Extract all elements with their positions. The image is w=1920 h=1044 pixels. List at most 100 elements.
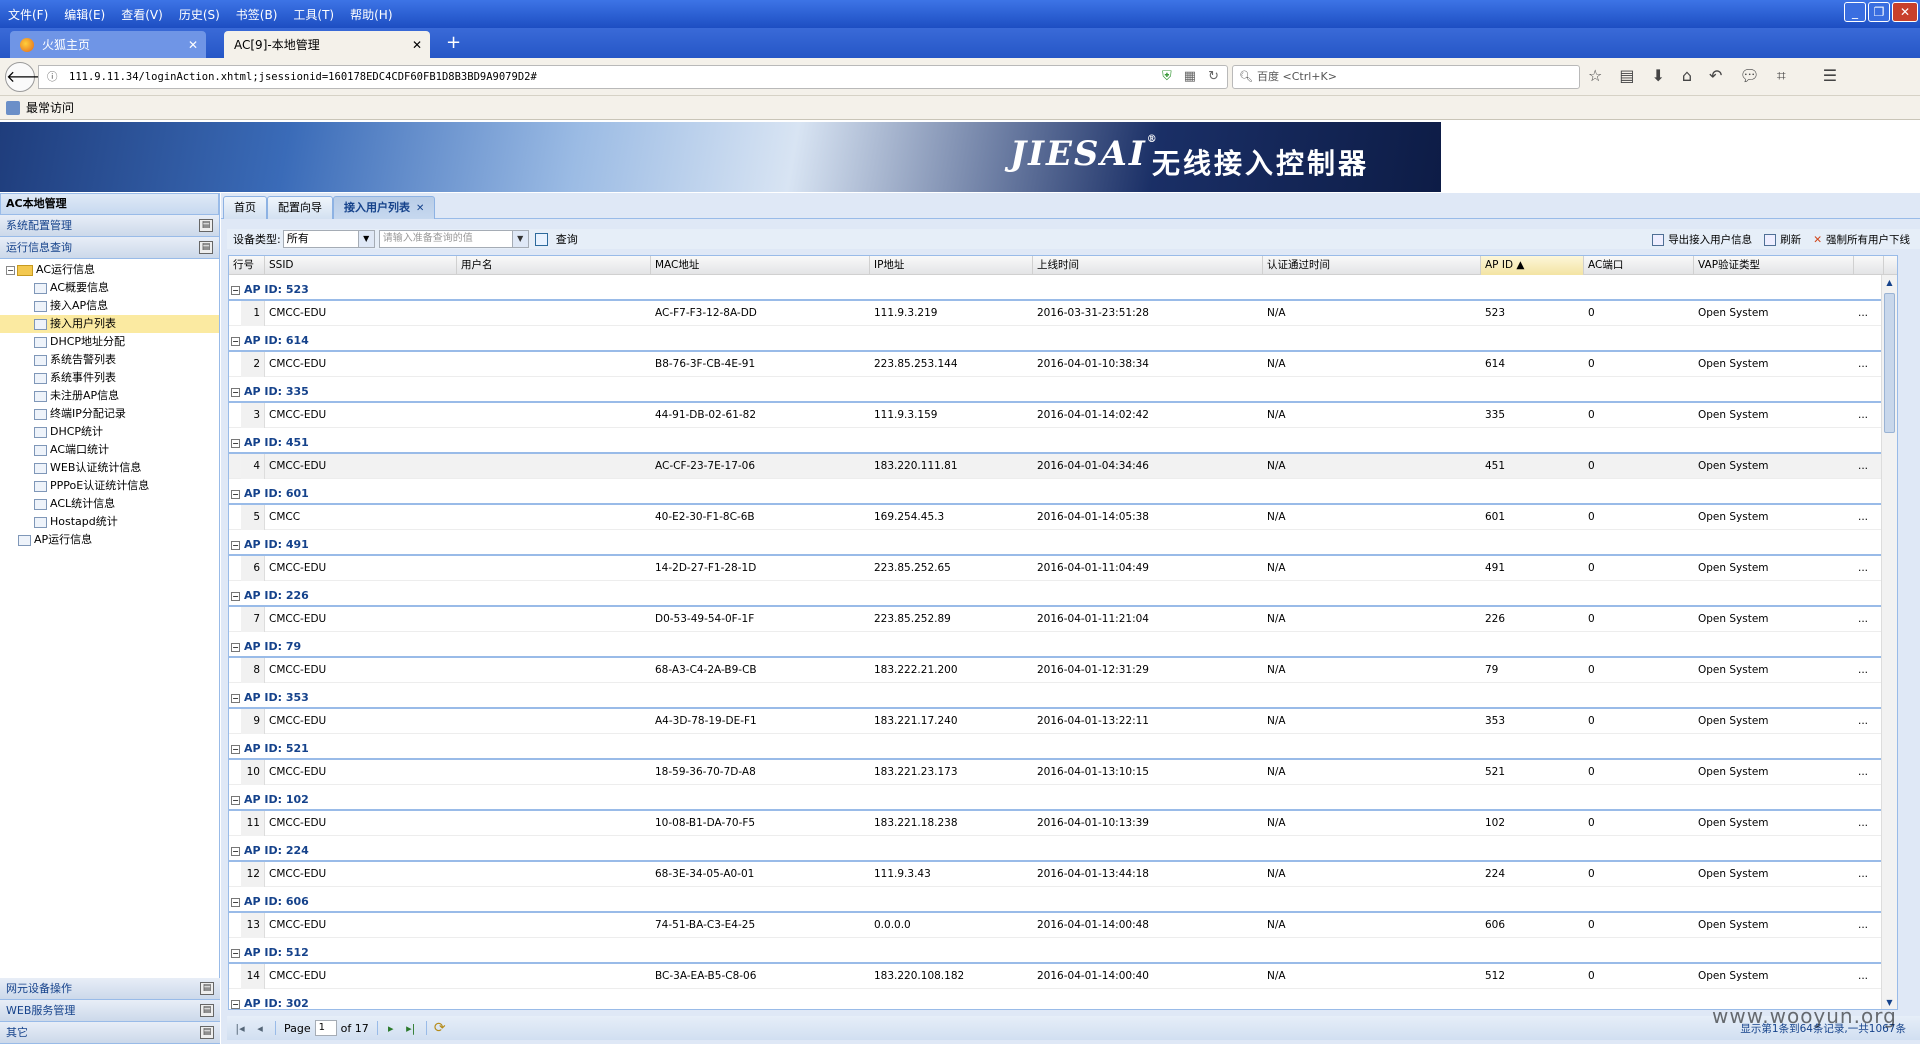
collapse-icon[interactable]: −: [231, 642, 240, 652]
tree-item[interactable]: AC概要信息: [0, 279, 219, 297]
prev-page-icon[interactable]: ◂: [253, 1022, 267, 1035]
table-row[interactable]: 8 CMCC-EDU 68-A3-C4-2A-B9-CB 183.222.21.200…: [229, 658, 1897, 683]
export-button[interactable]: 导出接入用户信息: [1652, 232, 1752, 247]
bookmark-star-icon[interactable]: ☆: [1588, 66, 1602, 86]
tab-home[interactable]: 首页: [223, 196, 267, 219]
home-icon[interactable]: ⌂: [1682, 66, 1692, 86]
tree-item[interactable]: − AC运行信息: [0, 261, 219, 279]
chevron-down-icon[interactable]: ▼: [511, 231, 528, 247]
menu-item[interactable]: 查看(V): [113, 6, 171, 23]
expand-icon[interactable]: ▤: [199, 219, 213, 232]
sidebar-section-runtime-query[interactable]: 运行信息查询 ▤: [0, 237, 219, 259]
close-window-button[interactable]: ✕: [1892, 2, 1918, 22]
collapse-icon[interactable]: −: [231, 795, 240, 805]
collapse-icon[interactable]: −: [231, 744, 240, 754]
table-row[interactable]: 13 CMCC-EDU 74-51-BA-C3-E4-25 0.0.0.0 2016-0…: [229, 913, 1897, 938]
close-tab-icon[interactable]: ✕: [412, 38, 422, 52]
tree-item[interactable]: DHCP地址分配: [0, 333, 219, 351]
menu-item[interactable]: 编辑(E): [56, 6, 113, 23]
close-tab-icon[interactable]: ✕: [416, 203, 424, 214]
tree-item[interactable]: 接入用户列表: [0, 315, 219, 333]
column-header[interactable]: AC端口: [1584, 256, 1694, 275]
column-header[interactable]: [1854, 256, 1884, 275]
sidebar-section-other[interactable]: 其它 ▤: [0, 1022, 220, 1044]
new-tab-button[interactable]: +: [446, 34, 461, 52]
sidebar-section-ne-ops[interactable]: 网元设备操作 ▤: [0, 978, 220, 1000]
group-header[interactable]: − AP ID: 451: [229, 428, 1897, 454]
group-header[interactable]: − AP ID: 523: [229, 275, 1897, 301]
table-row[interactable]: 3 CMCC-EDU 44-91-DB-02-61-82 111.9.3.159 201…: [229, 403, 1897, 428]
tree-item[interactable]: ACL统计信息: [0, 495, 219, 513]
collapse-icon[interactable]: −: [231, 489, 240, 499]
table-row[interactable]: 1 CMCC-EDU AC-F7-F3-12-8A-DD 111.9.3.219 201…: [229, 301, 1897, 326]
sidebar-section-system-config[interactable]: 系统配置管理 ▤: [0, 215, 219, 237]
column-header[interactable]: 行号: [229, 256, 265, 275]
browser-tab-ac[interactable]: AC[9]-本地管理 ✕: [224, 31, 430, 58]
table-row[interactable]: 5 CMCC 40-E2-30-F1-8C-6B 169.254.45.3 2016-0…: [229, 505, 1897, 530]
menu-item[interactable]: 文件(F): [0, 6, 56, 23]
menu-item[interactable]: 历史(S): [171, 6, 228, 23]
column-header[interactable]: SSID: [265, 256, 457, 275]
vertical-scrollbar[interactable]: ▲ ▼: [1881, 275, 1897, 1009]
group-header[interactable]: − AP ID: 226: [229, 581, 1897, 607]
tree-item[interactable]: 接入AP信息: [0, 297, 219, 315]
table-row[interactable]: 12 CMCC-EDU 68-3E-34-05-A0-01 111.9.3.43 201…: [229, 862, 1897, 887]
collapse-icon[interactable]: −: [231, 438, 240, 448]
menu-icon[interactable]: ☰: [1823, 66, 1837, 86]
refresh-icon[interactable]: ⟳: [433, 1020, 447, 1036]
menu-item[interactable]: 帮助(H): [342, 6, 400, 23]
group-header[interactable]: − AP ID: 79: [229, 632, 1897, 658]
table-row[interactable]: 7 CMCC-EDU D0-53-49-54-0F-1F 223.85.252.89 2…: [229, 607, 1897, 632]
group-header[interactable]: − AP ID: 491: [229, 530, 1897, 556]
column-header[interactable]: VAP验证类型: [1694, 256, 1854, 275]
expand-icon[interactable]: ▤: [200, 1004, 214, 1017]
collapse-icon[interactable]: −: [231, 591, 240, 601]
group-header[interactable]: − AP ID: 335: [229, 377, 1897, 403]
sidebar-section-web-service[interactable]: WEB服务管理 ▤: [0, 1000, 220, 1022]
tab-config-wizard[interactable]: 配置向导: [267, 196, 333, 219]
tree-item[interactable]: 未注册AP信息: [0, 387, 219, 405]
last-page-icon[interactable]: ▸|: [404, 1022, 418, 1035]
tab-user-list[interactable]: 接入用户列表 ✕: [333, 196, 436, 219]
collapse-icon[interactable]: −: [231, 897, 240, 907]
chat-icon[interactable]: 💬︎: [1739, 66, 1759, 86]
tree-item[interactable]: PPPoE认证统计信息: [0, 477, 219, 495]
minimize-button[interactable]: _: [1844, 2, 1866, 22]
first-page-icon[interactable]: |◂: [233, 1022, 247, 1035]
group-header[interactable]: − AP ID: 102: [229, 785, 1897, 811]
url-bar[interactable]: ⓘ 111.9.11.34/loginAction.xhtml;jsession…: [38, 65, 1228, 89]
shield-icon[interactable]: ⛨: [1162, 66, 1172, 88]
group-header[interactable]: − AP ID: 224: [229, 836, 1897, 862]
group-header[interactable]: − AP ID: 601: [229, 479, 1897, 505]
query-button[interactable]: 查询: [556, 231, 578, 247]
table-row[interactable]: 10 CMCC-EDU 18-59-36-70-7D-A8 183.221.23.17…: [229, 760, 1897, 785]
column-header[interactable]: AP ID ▲: [1481, 256, 1584, 275]
browser-tab-home[interactable]: 火狐主页 ✕: [10, 31, 206, 58]
menu-item[interactable]: 工具(T): [285, 6, 342, 23]
collapse-icon[interactable]: −: [231, 336, 240, 346]
search-input[interactable]: 🔍︎ 百度 <Ctrl+K>: [1232, 65, 1580, 89]
group-header[interactable]: − AP ID: 521: [229, 734, 1897, 760]
undo-icon[interactable]: ↶: [1709, 66, 1722, 86]
collapse-icon[interactable]: −: [231, 948, 240, 958]
table-row[interactable]: 4 CMCC-EDU AC-CF-23-7E-17-06 183.220.111.81…: [229, 454, 1897, 479]
column-header[interactable]: 认证通过时间: [1263, 256, 1481, 275]
menu-item[interactable]: 书签(B): [228, 6, 286, 23]
tree-item[interactable]: AP运行信息: [0, 531, 219, 549]
back-button[interactable]: 🡐: [5, 62, 49, 92]
refresh-button[interactable]: 刷新: [1764, 232, 1801, 247]
group-header[interactable]: − AP ID: 606: [229, 887, 1897, 913]
table-row[interactable]: 6 CMCC-EDU 14-2D-27-F1-28-1D 223.85.252.65 2…: [229, 556, 1897, 581]
tree-item[interactable]: DHCP统计: [0, 423, 219, 441]
tree-item[interactable]: WEB认证统计信息: [0, 459, 219, 477]
chevron-down-icon[interactable]: ▼: [357, 231, 374, 247]
column-header[interactable]: 用户名: [457, 256, 651, 275]
table-row[interactable]: 2 CMCC-EDU B8-76-3F-CB-4E-91 223.85.253.144…: [229, 352, 1897, 377]
collapse-icon[interactable]: −: [231, 285, 240, 295]
collapse-icon[interactable]: −: [231, 387, 240, 397]
tree-item[interactable]: 系统事件列表: [0, 369, 219, 387]
crop-icon[interactable]: ⌗: [1777, 66, 1786, 86]
bookmark-most-visited[interactable]: 最常访问: [26, 99, 74, 116]
download-icon[interactable]: ⬇: [1651, 66, 1664, 86]
group-header[interactable]: − AP ID: 302: [229, 989, 1897, 1009]
